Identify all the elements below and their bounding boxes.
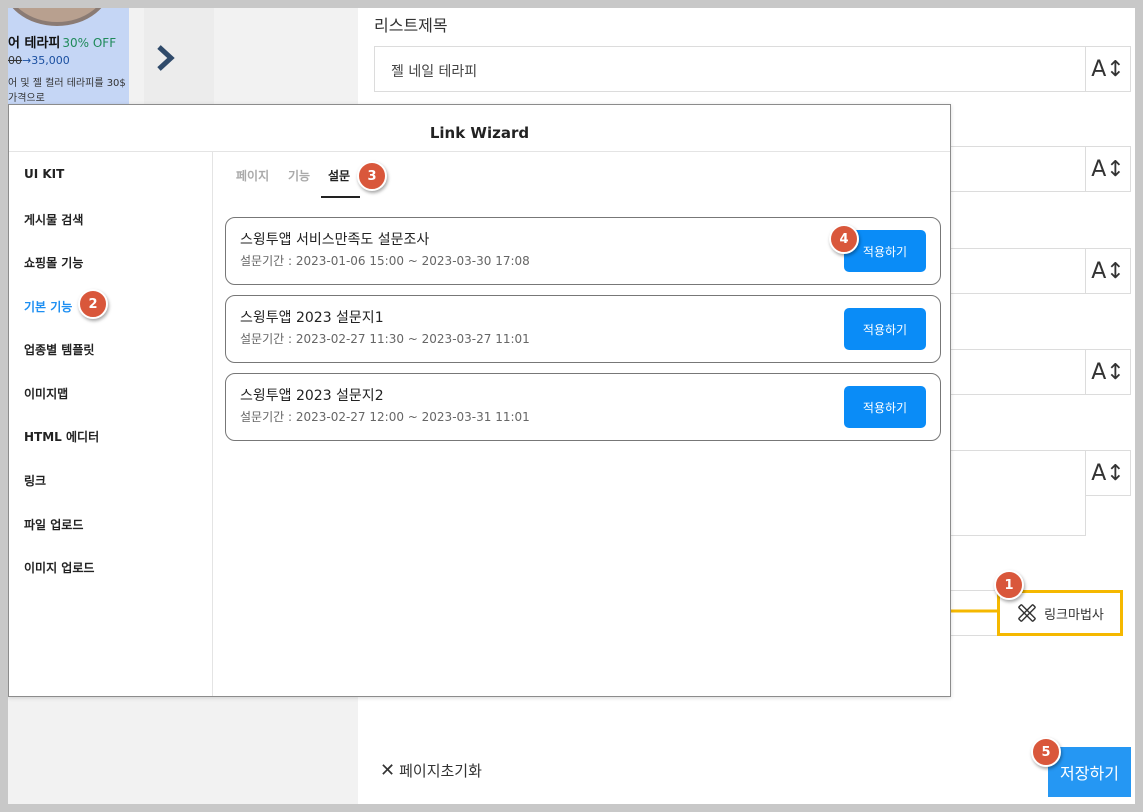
tab-survey[interactable]: 설문 — [328, 167, 350, 184]
sidebar-item-shop-features[interactable]: 쇼핑몰 기능 — [24, 254, 83, 271]
survey-period: 설문기간 : 2023-02-27 11:30 ~ 2023-03-27 11:… — [240, 332, 530, 346]
magic-wand-icon — [1018, 604, 1036, 622]
text-field[interactable] — [940, 146, 1086, 192]
apply-button[interactable]: 적용하기 — [844, 308, 926, 350]
step-badge: 5 — [1031, 737, 1061, 767]
list-title-input[interactable]: 젤 네일 테라피 — [374, 46, 1086, 92]
tab-page[interactable]: 페이지 — [236, 167, 269, 184]
sidebar-item-image-upload[interactable]: 이미지 업로드 — [24, 559, 94, 576]
survey-title: 스윙투앱 2023 설문지1 — [240, 310, 384, 326]
survey-card: 스윙투앱 2023 설문지1 설문기간 : 2023-02-27 11:30 ~… — [225, 295, 941, 363]
promo-discount: 30% OFF — [62, 36, 117, 50]
list-title-label: 리스트제목 — [374, 16, 448, 35]
survey-title: 스윙투앱 서비스만족도 설문조사 — [240, 232, 430, 248]
promo-desc-line: 어 및 젤 컬러 테라피를 30$ — [8, 78, 126, 89]
font-size-button[interactable]: A↕ — [1085, 46, 1131, 92]
promo-title: 어 테라피 30% OFF — [8, 32, 116, 51]
sidebar-item-industry-templates[interactable]: 업종별 템플릿 — [24, 341, 94, 358]
promo-new-price: 35,000 — [31, 54, 70, 67]
text-field[interactable] — [940, 248, 1086, 294]
link-wizard-modal: Link Wizard UI KIT 게시물 검색 쇼핑몰 기능 기본 기능 업… — [8, 104, 951, 697]
text-field[interactable] — [940, 349, 1086, 395]
survey-period: 설문기간 : 2023-02-27 12:00 ~ 2023-03-31 11:… — [240, 410, 530, 424]
reset-page-label: 페이지초기화 — [399, 762, 482, 780]
step-badge: 2 — [78, 289, 108, 319]
font-size-icon: A↕ — [1091, 359, 1125, 385]
font-size-icon: A↕ — [1091, 156, 1125, 182]
sidebar-item-basic-features[interactable]: 기본 기능 — [24, 298, 72, 315]
next-slide-button[interactable] — [144, 8, 214, 104]
sidebar-item-post-search[interactable]: 게시물 검색 — [24, 211, 83, 228]
apply-button[interactable]: 적용하기 — [844, 386, 926, 428]
arrow-right-icon: → — [22, 54, 32, 67]
font-size-icon: A↕ — [1091, 56, 1125, 82]
survey-title: 스윙투앱 2023 설문지2 — [240, 388, 384, 404]
font-size-button[interactable]: A↕ — [1085, 248, 1131, 294]
promo-desc-line: 가격으로 — [8, 93, 45, 104]
promo-description: 어 및 젤 컬러 테라피를 30$ 가격으로 — [8, 76, 129, 104]
survey-period: 설문기간 : 2023-01-06 15:00 ~ 2023-03-30 17:… — [240, 254, 530, 268]
step-badge: 3 — [357, 161, 387, 191]
sidebar-item-link[interactable]: 링크 — [24, 472, 46, 489]
font-size-icon: A↕ — [1091, 258, 1125, 284]
sidebar-item-image-map[interactable]: 이미지맵 — [24, 385, 68, 402]
promo-old-price: 00 — [8, 54, 22, 67]
sidebar-item-ui-kit[interactable]: UI KIT — [24, 167, 64, 181]
font-size-icon: A↕ — [1091, 460, 1125, 486]
promo-price: 00→35,000 — [8, 54, 70, 67]
reset-page-button[interactable]: ✕ 페이지초기화 — [380, 760, 482, 781]
promo-image — [8, 8, 112, 26]
sidebar-item-file-upload[interactable]: 파일 업로드 — [24, 516, 83, 533]
tab-active-indicator — [321, 196, 360, 198]
tab-features[interactable]: 기능 — [288, 167, 310, 184]
promo-banner[interactable]: 어 테라피 30% OFF 00→35,000 어 및 젤 컬러 테라피를 30$… — [8, 8, 129, 104]
sidebar-item-html-editor[interactable]: HTML 에디터 — [24, 428, 99, 445]
close-icon: ✕ — [380, 760, 396, 781]
font-size-button[interactable]: A↕ — [1085, 349, 1131, 395]
promo-title-text: 어 테라피 — [8, 36, 61, 51]
survey-card: 스윙투앱 2023 설문지2 설문기간 : 2023-02-27 12:00 ~… — [225, 373, 941, 441]
step-badge: 1 — [994, 570, 1024, 600]
modal-sidebar: UI KIT 게시물 검색 쇼핑몰 기능 기본 기능 업종별 템플릿 이미지맵 … — [9, 152, 213, 696]
modal-title: Link Wizard — [9, 105, 950, 152]
step-badge: 4 — [829, 224, 859, 254]
font-size-button[interactable]: A↕ — [1085, 450, 1131, 496]
font-size-button[interactable]: A↕ — [1085, 146, 1131, 192]
link-wizard-label: 링크마법사 — [1044, 607, 1104, 623]
textarea-field[interactable] — [940, 450, 1086, 536]
chevron-right-icon — [157, 45, 175, 71]
